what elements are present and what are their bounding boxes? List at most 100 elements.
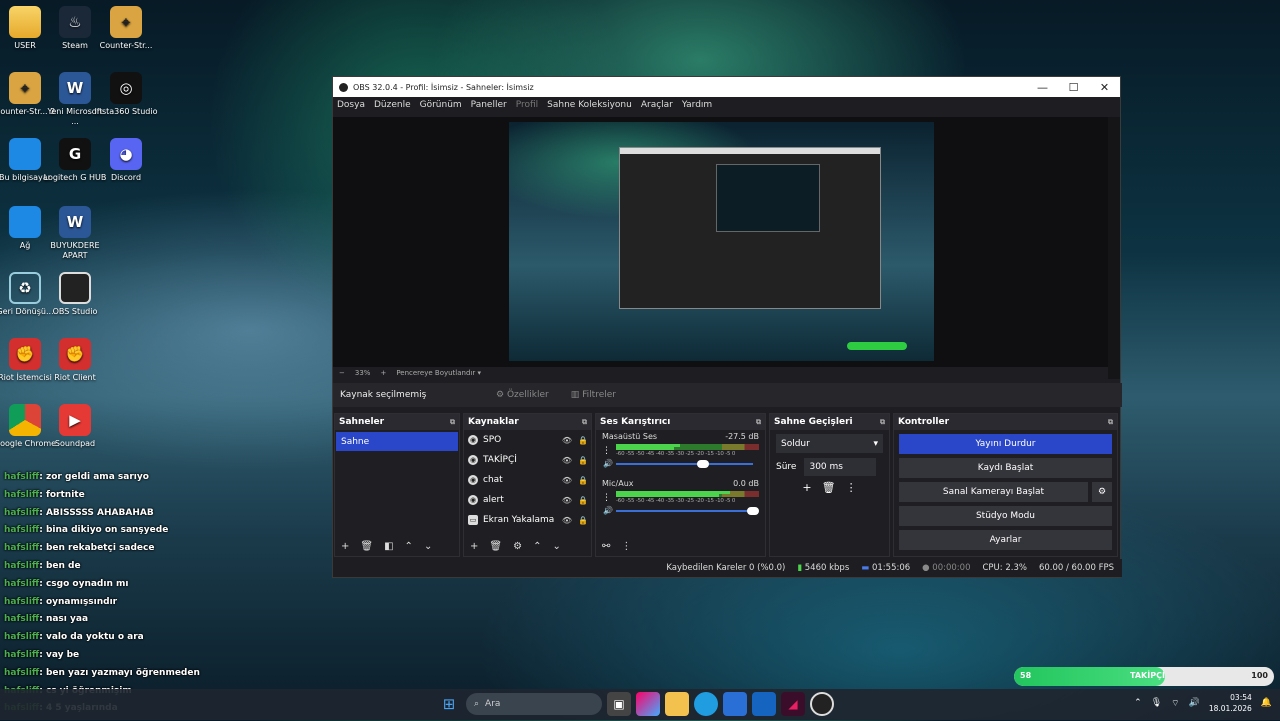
desktop-icon[interactable]: W BUYUKDERE APART	[43, 206, 107, 261]
taskbar-search[interactable]: ⌕ Ara	[466, 693, 602, 715]
store-icon[interactable]	[723, 692, 747, 716]
filter-icon[interactable]: ◧	[384, 541, 393, 552]
down-arrow-icon[interactable]: ⌄	[552, 541, 560, 552]
eye-icon[interactable]: 👁	[559, 496, 575, 505]
down-arrow-icon[interactable]: ⌄	[424, 541, 432, 552]
source-label: chat	[483, 475, 503, 485]
source-item[interactable]: ◉ chat 👁 🔒	[464, 470, 591, 490]
menu-profil[interactable]: Profil	[516, 100, 538, 110]
slider-knob[interactable]	[696, 460, 709, 468]
volume-slider[interactable]: 🔊	[603, 459, 759, 469]
menu-dots-icon[interactable]: ⋮	[621, 541, 631, 552]
menu-sahne-koleksiyonu[interactable]: Sahne Koleksiyonu	[547, 100, 632, 110]
speaker-icon[interactable]: 🔊	[603, 506, 613, 515]
studio-mode-button[interactable]: Stüdyo Modu	[899, 506, 1112, 526]
desktop-icon[interactable]: OBS Studio	[43, 272, 107, 317]
stream-time-status: ▬ 01:55:06	[861, 563, 910, 573]
chat-text: : fortnite	[39, 489, 85, 500]
source-item[interactable]: ◉ alert 👁 🔒	[464, 490, 591, 510]
add-icon[interactable]: +	[341, 541, 349, 552]
desktop-icon[interactable]: ⌖ Counter-Str...	[94, 6, 158, 51]
start-record-button[interactable]: Kaydı Başlat	[899, 458, 1112, 478]
dock-undock-icon[interactable]: ⧉	[1108, 418, 1113, 427]
trash-icon[interactable]: 🗑	[822, 481, 836, 494]
zoom-out-button[interactable]: −	[339, 369, 345, 377]
dock-undock-icon[interactable]: ⧉	[450, 418, 455, 427]
wifi-icon[interactable]: ⌔	[1171, 698, 1179, 709]
eye-icon[interactable]: 👁	[559, 456, 575, 465]
dock-undock-icon[interactable]: ⧉	[756, 418, 761, 427]
virtual-cam-button[interactable]: Sanal Kamerayı Başlat	[899, 482, 1088, 502]
settings-button[interactable]: Ayarlar	[899, 530, 1112, 550]
lock-icon[interactable]: 🔒	[575, 476, 591, 485]
maximize-icon[interactable]: ☐	[1058, 81, 1089, 94]
app-icon[interactable]: ◢	[781, 692, 805, 716]
up-arrow-icon[interactable]: ⌃	[533, 541, 541, 552]
volume-slider[interactable]: 🔊	[603, 506, 759, 516]
add-icon[interactable]: +	[470, 541, 478, 552]
stop-stream-button[interactable]: Yayını Durdur	[899, 434, 1112, 454]
gear-icon[interactable]: ⚙	[1092, 482, 1112, 502]
desktop-icon[interactable]: ✊ Riot Client	[43, 338, 107, 383]
clock[interactable]: 03:54 18.01.2026	[1209, 692, 1252, 714]
lock-icon[interactable]: 🔒	[575, 516, 591, 525]
menu-paneller[interactable]: Paneller	[471, 100, 507, 110]
obs-taskbar-icon[interactable]	[810, 692, 834, 716]
lock-icon[interactable]: 🔒	[575, 436, 591, 445]
chat-message: hafsliff: zor geldi ama sarıyo	[4, 472, 194, 490]
fit-window-label: Pencereye Boyutlandır	[396, 369, 476, 377]
desktop-icon[interactable]: ◕ Discord	[94, 138, 158, 183]
lock-icon[interactable]: 🔒	[575, 496, 591, 505]
menu-araclar[interactable]: Araçlar	[641, 100, 673, 110]
edge-icon[interactable]	[694, 692, 718, 716]
menu-dots-icon[interactable]: ⋮	[602, 493, 611, 503]
dock-undock-icon[interactable]: ⧉	[880, 418, 885, 427]
menu-dots-icon[interactable]: ⋮	[602, 446, 611, 456]
close-icon[interactable]: ✕	[1089, 81, 1120, 94]
eye-icon[interactable]: 👁	[559, 516, 575, 525]
link-icon[interactable]: ⚯	[602, 541, 610, 552]
filters-button[interactable]: ▥ Filtreler	[565, 388, 622, 402]
duration-input[interactable]: 300 ms	[804, 458, 877, 476]
trash-icon[interactable]: 🗑	[489, 541, 502, 552]
trash-icon[interactable]: 🗑	[360, 541, 373, 552]
menu-gorunum[interactable]: Görünüm	[420, 100, 462, 110]
menu-dots-icon[interactable]: ⋮	[846, 481, 857, 494]
eye-icon[interactable]: 👁	[559, 436, 575, 445]
windows-start-icon[interactable]: ⊞	[437, 692, 461, 716]
file-explorer-icon[interactable]	[665, 692, 689, 716]
chevron-up-icon[interactable]: ⌃	[1134, 698, 1142, 708]
volume-icon[interactable]: 🔊	[1189, 698, 1200, 708]
gear-icon[interactable]: ⚙	[513, 541, 522, 552]
task-view-icon[interactable]: ▣	[607, 692, 631, 716]
zoom-in-button[interactable]: +	[380, 369, 386, 377]
minimize-icon[interactable]: —	[1027, 81, 1058, 94]
speaker-icon[interactable]: 🔊	[603, 459, 613, 468]
preview-scrollbar[interactable]	[1108, 117, 1120, 379]
transition-select[interactable]: Soldur ▾	[776, 434, 883, 453]
preview-canvas[interactable]	[333, 117, 1108, 367]
properties-button[interactable]: ⚙ Özellikler	[490, 388, 555, 402]
desktop-icon[interactable]: ▶ Soundpad	[43, 404, 107, 449]
eye-icon[interactable]: 👁	[559, 476, 575, 485]
desktop-icon[interactable]: ◎ Insta360 Studio	[94, 72, 158, 117]
microphone-icon[interactable]: 🎙	[1151, 698, 1162, 708]
source-item[interactable]: ◉ SPO 👁 🔒	[464, 430, 591, 450]
title-bar[interactable]: OBS 32.0.4 - Profil: İsimsiz - Sahneler:…	[333, 77, 1120, 97]
source-item[interactable]: ◉ TAKİPÇİ 👁 🔒	[464, 450, 591, 470]
source-item[interactable]: ▭ Ekran Yakalama 👁 🔒	[464, 510, 591, 530]
outlook-icon[interactable]	[752, 692, 776, 716]
dock-undock-icon[interactable]: ⧉	[582, 418, 587, 427]
fit-window-dropdown[interactable]: Pencereye Boyutlandır ▾	[396, 369, 481, 377]
notification-bell-icon[interactable]: 🔔	[1261, 698, 1272, 708]
scene-item[interactable]: Sahne	[336, 432, 458, 451]
copilot-icon[interactable]	[636, 692, 660, 716]
add-icon[interactable]: +	[802, 481, 811, 494]
lock-icon[interactable]: 🔒	[575, 456, 591, 465]
obs-window[interactable]: OBS 32.0.4 - Profil: İsimsiz - Sahneler:…	[332, 76, 1122, 578]
menu-yardim[interactable]: Yardım	[682, 100, 712, 110]
up-arrow-icon[interactable]: ⌃	[405, 541, 413, 552]
slider-knob[interactable]	[747, 507, 759, 515]
menu-duzenle[interactable]: Düzenle	[374, 100, 411, 110]
menu-dosya[interactable]: Dosya	[337, 100, 365, 110]
